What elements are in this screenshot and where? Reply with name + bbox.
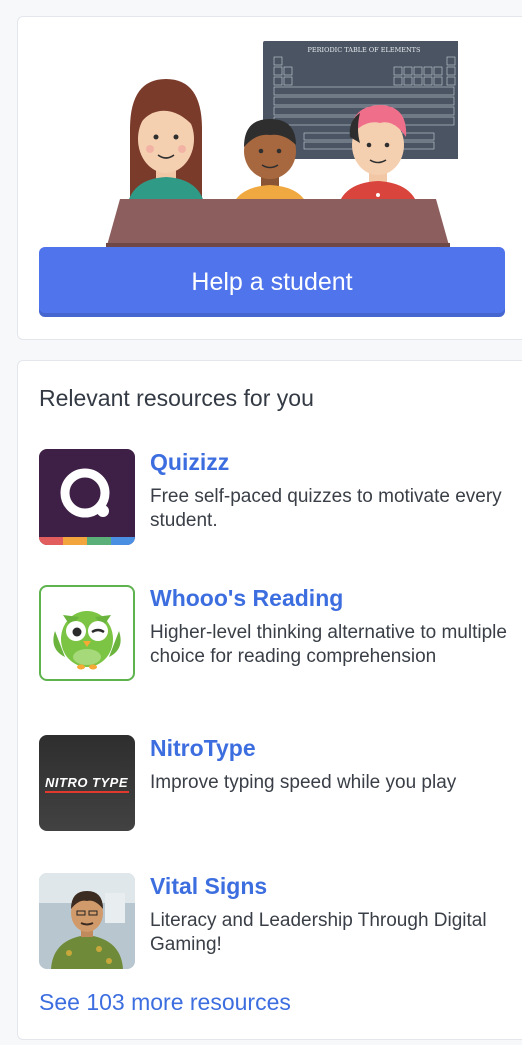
nitrotype-logo-icon[interactable]: NITRO TYPE <box>39 735 135 831</box>
resources-heading: Relevant resources for you <box>39 385 314 411</box>
nitrotype-logo-text: NITRO TYPE <box>45 775 129 790</box>
resource-description: Higher-level thinking alternative to mul… <box>150 622 507 667</box>
help-student-card: PERIODIC TABLE OF ELEMENTS Help a studen… <box>17 16 522 340</box>
desk <box>106 199 450 249</box>
resource-item-whooos-reading[interactable]: Whooo's Reading Higher-level thinking al… <box>39 585 519 695</box>
resource-item-vital-signs[interactable]: Vital Signs Literacy and Leadership Thro… <box>39 873 519 973</box>
see-more-resources-link[interactable]: See 103 more resources <box>39 989 291 1016</box>
board-title: PERIODIC TABLE OF ELEMENTS <box>308 46 421 54</box>
resource-item-nitrotype[interactable]: NITRO TYPE NitroType Improve typing spee… <box>39 735 519 835</box>
resource-link-whooos-reading[interactable]: Whooo's Reading <box>150 585 343 612</box>
avatar-thumbnail-icon[interactable] <box>39 873 135 969</box>
student-left <box>126 79 206 214</box>
resource-description: Improve typing speed while you play <box>150 772 457 793</box>
resources-card: Relevant resources for you Quizizz Free … <box>17 360 522 1040</box>
resource-link-nitrotype[interactable]: NitroType <box>150 735 256 762</box>
resource-description: Free self-paced quizzes to motivate ever… <box>150 486 502 531</box>
resource-link-vital-signs[interactable]: Vital Signs <box>150 873 267 900</box>
resource-link-quizizz[interactable]: Quizizz <box>150 449 229 476</box>
quizizz-logo-icon[interactable] <box>39 449 135 545</box>
owl-logo-icon[interactable] <box>39 585 135 681</box>
help-a-student-button[interactable]: Help a student <box>39 247 505 317</box>
resource-description: Literacy and Leadership Through Digital … <box>150 910 487 955</box>
classroom-illustration: PERIODIC TABLE OF ELEMENTS <box>106 41 458 249</box>
resource-item-quizizz[interactable]: Quizizz Free self-paced quizzes to motiv… <box>39 449 519 549</box>
